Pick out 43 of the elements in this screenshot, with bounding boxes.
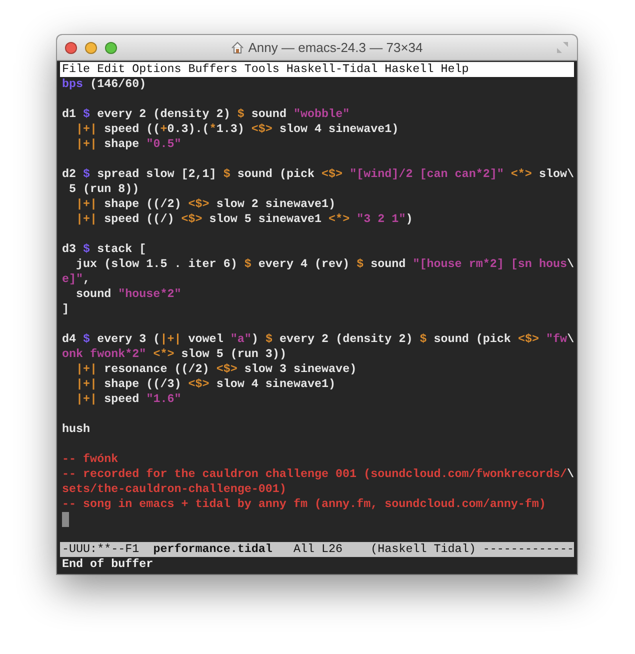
- code-line: d4 $ every 3 (|+| vowel "a") $ every 2 (density 2) $ sound (pick <$> "fw\: [62, 332, 572, 347]
- code-line: -- song in emacs + tidal by anny fm (anny.fm, soundcloud.com/anny-fm): [62, 497, 547, 512]
- code-line: |+| speed ((/) <$> slow 5 sinewave1 <*> "3 2 1"): [75, 212, 414, 227]
- code-line: e]",: [62, 272, 92, 287]
- code-line: d3 $ stack [: [62, 242, 148, 257]
- code-line: ]: [62, 302, 70, 317]
- code-line: |+| resonance ((/2) <$> slow 3 sinewave): [75, 362, 358, 377]
- code-line: |+| shape ((/2) <$> slow 2 sinewave1): [75, 197, 337, 212]
- code-line: bps (146/60): [62, 77, 148, 92]
- minimize-button[interactable]: [85, 42, 97, 54]
- menu-item[interactable]: Options: [132, 62, 182, 77]
- menu-item[interactable]: Buffers: [188, 62, 238, 77]
- major-mode: (Haskell Tidal): [370, 542, 476, 557]
- buffer-position: All L26: [293, 542, 343, 557]
- mode-line-fill: -------------: [482, 542, 574, 557]
- text-cursor: [62, 512, 69, 527]
- close-button[interactable]: [65, 42, 77, 54]
- code-line: |+| shape "0.5": [75, 137, 182, 152]
- house-icon: [231, 41, 244, 54]
- code-line: |+| shape ((/3) <$> slow 4 sinewave1): [75, 377, 337, 392]
- code-line: 5 (run 8)): [68, 182, 140, 197]
- code-line: onk fwonk*2" <*> slow 5 (run 3)): [62, 347, 288, 362]
- menu-item[interactable]: Haskell: [384, 62, 434, 77]
- menu-item[interactable]: Help: [440, 62, 469, 77]
- code-line: -- recorded for the cauldron challenge 001 (soundcloud.com/fwonkrecords/\: [62, 467, 572, 482]
- menu-item[interactable]: Tools: [244, 62, 280, 77]
- zoom-button[interactable]: [105, 42, 117, 54]
- buffer-status: -UUU:**--F1: [62, 542, 140, 557]
- window-title: Anny — emacs-24.3 — 73×34: [248, 40, 423, 55]
- code-line: |+| speed ((+0.3).(*1.3) <$> slow 4 sinewave1): [75, 122, 400, 137]
- code-line: -- fwónk: [62, 452, 120, 467]
- code-line: |+| speed "1.6": [75, 392, 182, 407]
- code-line: d1 $ every 2 (density 2) $ sound "wobble": [62, 107, 351, 122]
- buffer-name: performance.tidal: [153, 542, 272, 557]
- menu-item[interactable]: File: [62, 62, 90, 77]
- code-line: d2 $ spread slow [2,1] $ sound (pick <$> "[wind]/2 [can can*2]" <*> slow\: [62, 167, 572, 182]
- code-line: sets/the-cauldron-challenge-001): [62, 482, 288, 497]
- echo-area-message: End of buffer: [61, 557, 154, 573]
- code-line: sound "house*2": [75, 287, 182, 302]
- menu-item[interactable]: Haskell-Tidal: [286, 62, 378, 77]
- menu-item[interactable]: Edit: [97, 62, 126, 77]
- code-line: jux (slow 1.5 . iter 6) $ every 4 (rev) $ sound "[house rm*2] [sn hous\: [75, 257, 572, 272]
- code-line: hush: [62, 422, 92, 437]
